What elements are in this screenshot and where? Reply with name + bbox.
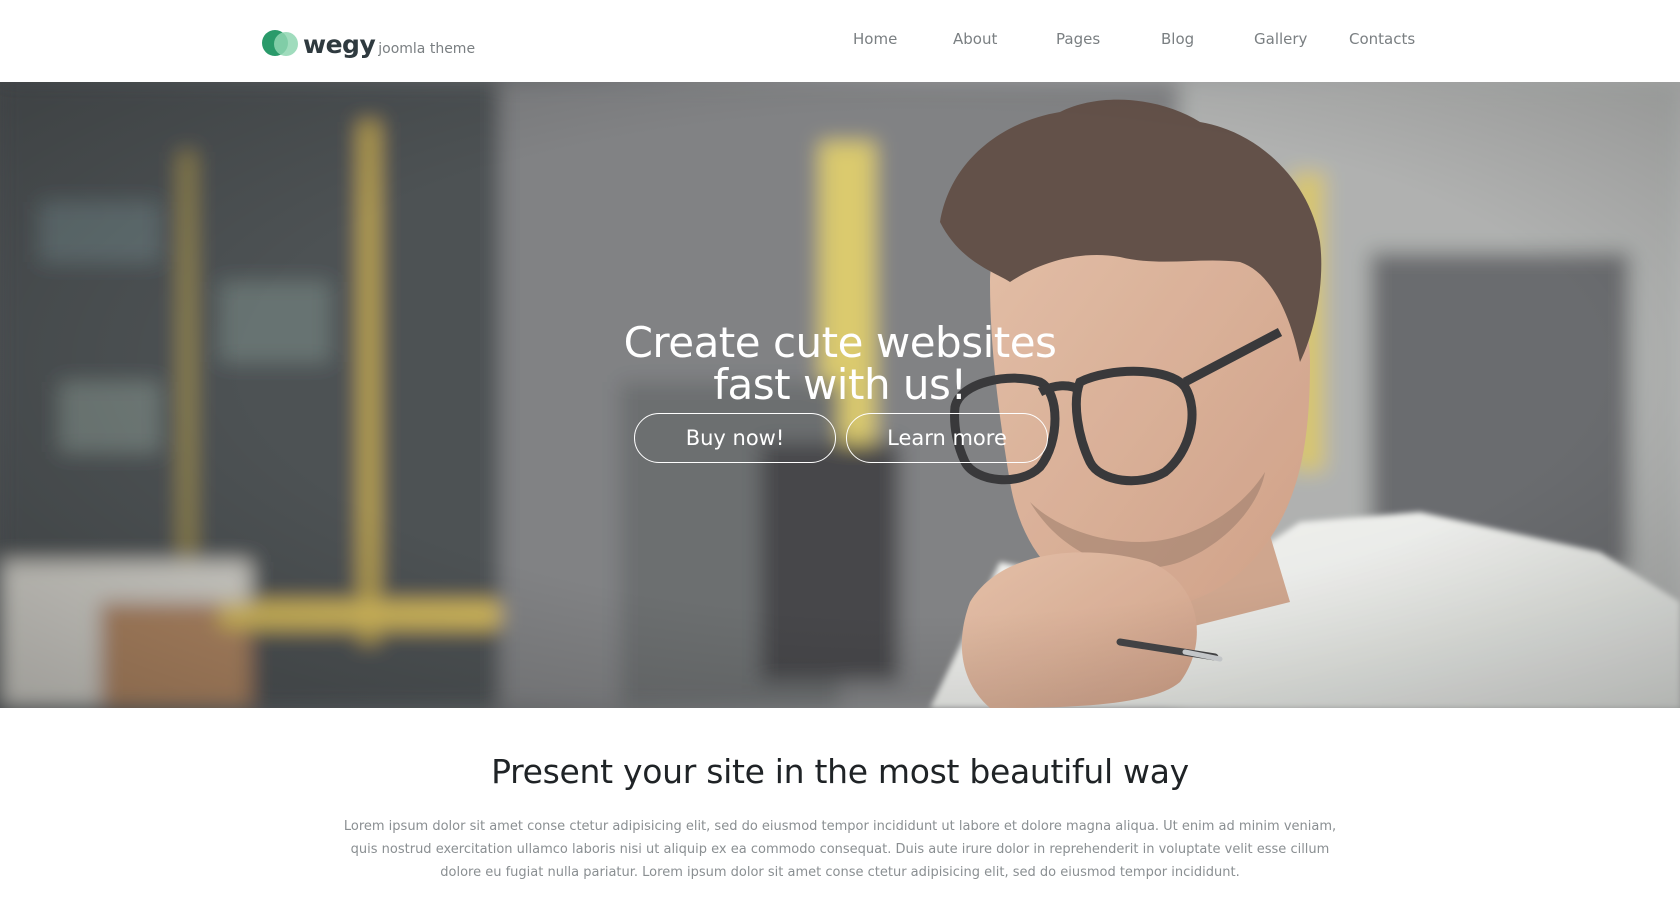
section-body-text: Lorem ipsum dolor sit amet conse ctetur … — [343, 819, 1337, 880]
nav-item-home[interactable]: Home — [853, 30, 897, 48]
hero-title: Create cute websites fast with us! — [540, 322, 1140, 406]
learn-more-button[interactable]: Learn more — [846, 413, 1048, 463]
hero-banner: Create cute websites fast with us! Buy n… — [0, 82, 1680, 708]
nav-item-about[interactable]: About — [953, 30, 997, 48]
nav-item-blog[interactable]: Blog — [1161, 30, 1194, 48]
nav-item-contacts[interactable]: Contacts — [1349, 30, 1415, 48]
hero-title-line1: Create cute websites — [623, 318, 1057, 368]
main-nav: Home About Pages Blog Gallery Contacts — [0, 30, 1680, 52]
buy-now-button[interactable]: Buy now! — [634, 413, 836, 463]
nav-item-gallery[interactable]: Gallery — [1254, 30, 1307, 48]
site-header: wegy joomla theme Home About Pages Blog … — [0, 0, 1680, 82]
hero-title-line2: fast with us! — [713, 360, 967, 410]
nav-item-pages[interactable]: Pages — [1056, 30, 1100, 48]
section-title: Present your site in the most beautiful … — [491, 752, 1189, 791]
